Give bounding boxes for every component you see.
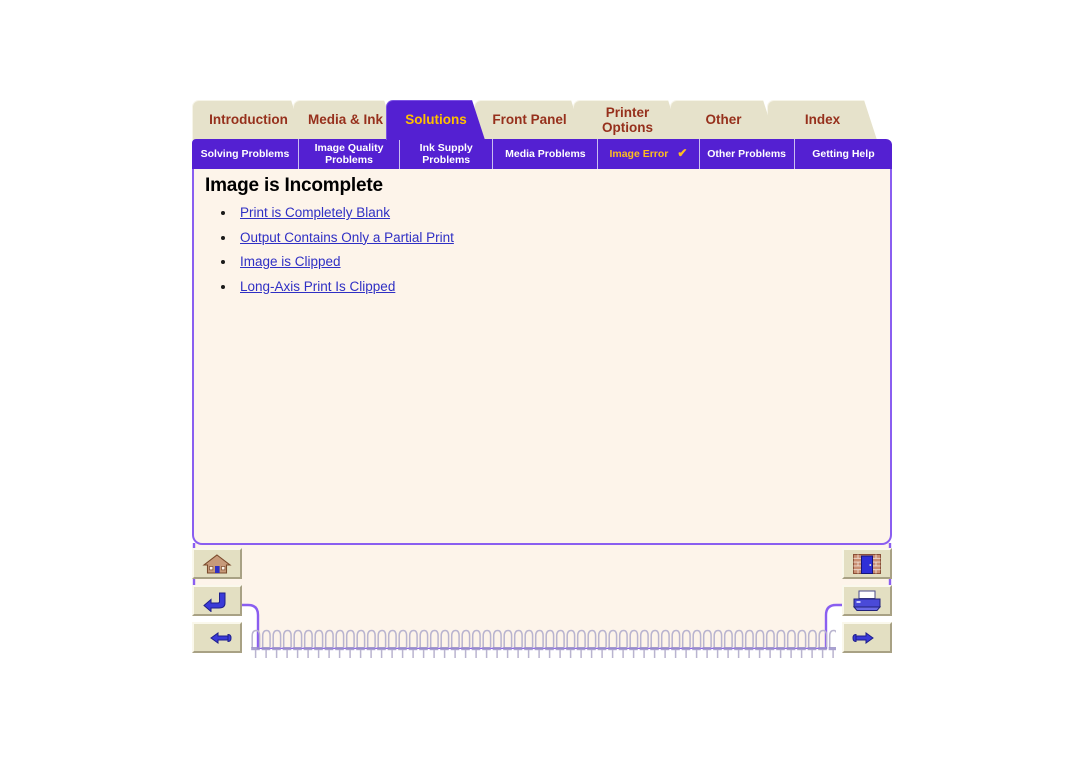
tab-label: Front Panel [492, 112, 567, 128]
help-viewer-window: Introduction Media & Ink Solutions Front Pa… [0, 0, 1080, 763]
subtab-label: Ink Supply Problems [419, 141, 473, 166]
next-page-button[interactable] [842, 622, 892, 653]
exit-door-icon [852, 553, 882, 575]
primary-tab-bar: Introduction Media & Ink Solutions Front Pa… [192, 100, 892, 140]
right-navigation-buttons [842, 548, 892, 659]
tab-label: Printer Options [602, 105, 653, 135]
subtab-label: Other Problems [707, 147, 787, 160]
back-button[interactable] [192, 585, 242, 616]
subtab-label-line2: Problems [325, 154, 373, 166]
tab-solutions[interactable]: Solutions [386, 100, 485, 140]
subtab-label: Solving Problems [200, 147, 290, 160]
home-icon [202, 553, 232, 575]
link-long-axis-print-is-clipped[interactable]: Long-Axis Print Is Clipped [240, 279, 395, 294]
subtab-image-quality-problems[interactable]: Image Quality Problems [299, 139, 401, 169]
list-item: Image is Clipped [212, 254, 454, 269]
page-title: Image is Incomplete [205, 175, 383, 196]
subtab-media-problems[interactable]: Media Problems [493, 139, 599, 169]
tab-label: Media & Ink [307, 112, 383, 128]
print-button[interactable] [842, 585, 892, 616]
subtab-label: Image Error [609, 147, 669, 160]
tab-media-and-ink[interactable]: Media & Ink [293, 100, 397, 140]
left-navigation-buttons [192, 548, 242, 659]
tab-label: Other [705, 112, 742, 128]
tab-label-line2: Options [602, 119, 653, 135]
link-print-is-completely-blank[interactable]: Print is Completely Blank [240, 205, 390, 220]
subtab-label: Media Problems [505, 147, 586, 160]
subtab-getting-help[interactable]: Getting Help [795, 139, 892, 169]
topic-link-list: Print is Completely Blank Output Contains… [212, 205, 454, 303]
subtab-ink-supply-problems[interactable]: Ink Supply Problems [400, 139, 494, 169]
link-output-contains-only-a-partial-print[interactable]: Output Contains Only a Partial Print [240, 230, 454, 245]
list-item: Long-Axis Print Is Clipped [212, 279, 454, 294]
checkmark-icon: ✔ [677, 146, 688, 161]
tab-introduction[interactable]: Introduction [192, 100, 304, 140]
spiral-binding-decoration [251, 629, 836, 658]
tab-label: Introduction [209, 112, 288, 128]
tab-other[interactable]: Other [670, 100, 776, 140]
secondary-tab-bar: Solving Problems Image Quality Problems Ink… [192, 139, 892, 169]
subtab-label-line2: Problems [422, 154, 471, 166]
list-item: Print is Completely Blank [212, 205, 454, 220]
content-panel: Image is Incomplete Print is Completely … [192, 167, 892, 545]
link-image-is-clipped[interactable]: Image is Clipped [240, 254, 341, 269]
pointing-hand-left-icon [202, 628, 232, 648]
subtab-other-problems[interactable]: Other Problems [700, 139, 795, 169]
subtab-label: Getting Help [812, 147, 875, 160]
tab-printer-options[interactable]: Printer Options [573, 100, 681, 140]
printer-icon [852, 590, 882, 612]
subtab-image-error[interactable]: Image Error ✔ [598, 139, 700, 169]
pointing-hand-right-icon [852, 628, 882, 648]
list-item: Output Contains Only a Partial Print [212, 230, 454, 245]
exit-button[interactable] [842, 548, 892, 579]
tab-front-panel[interactable]: Front Panel [474, 100, 584, 140]
subtab-label: Image Quality Problems [314, 141, 384, 166]
tab-label: Solutions [405, 112, 467, 128]
tab-label: Index [804, 112, 841, 128]
home-button[interactable] [192, 548, 242, 579]
back-arrow-icon [202, 590, 232, 612]
subtab-solving-problems[interactable]: Solving Problems [192, 139, 299, 169]
previous-page-button[interactable] [192, 622, 242, 653]
tab-index[interactable]: Index [767, 100, 877, 140]
